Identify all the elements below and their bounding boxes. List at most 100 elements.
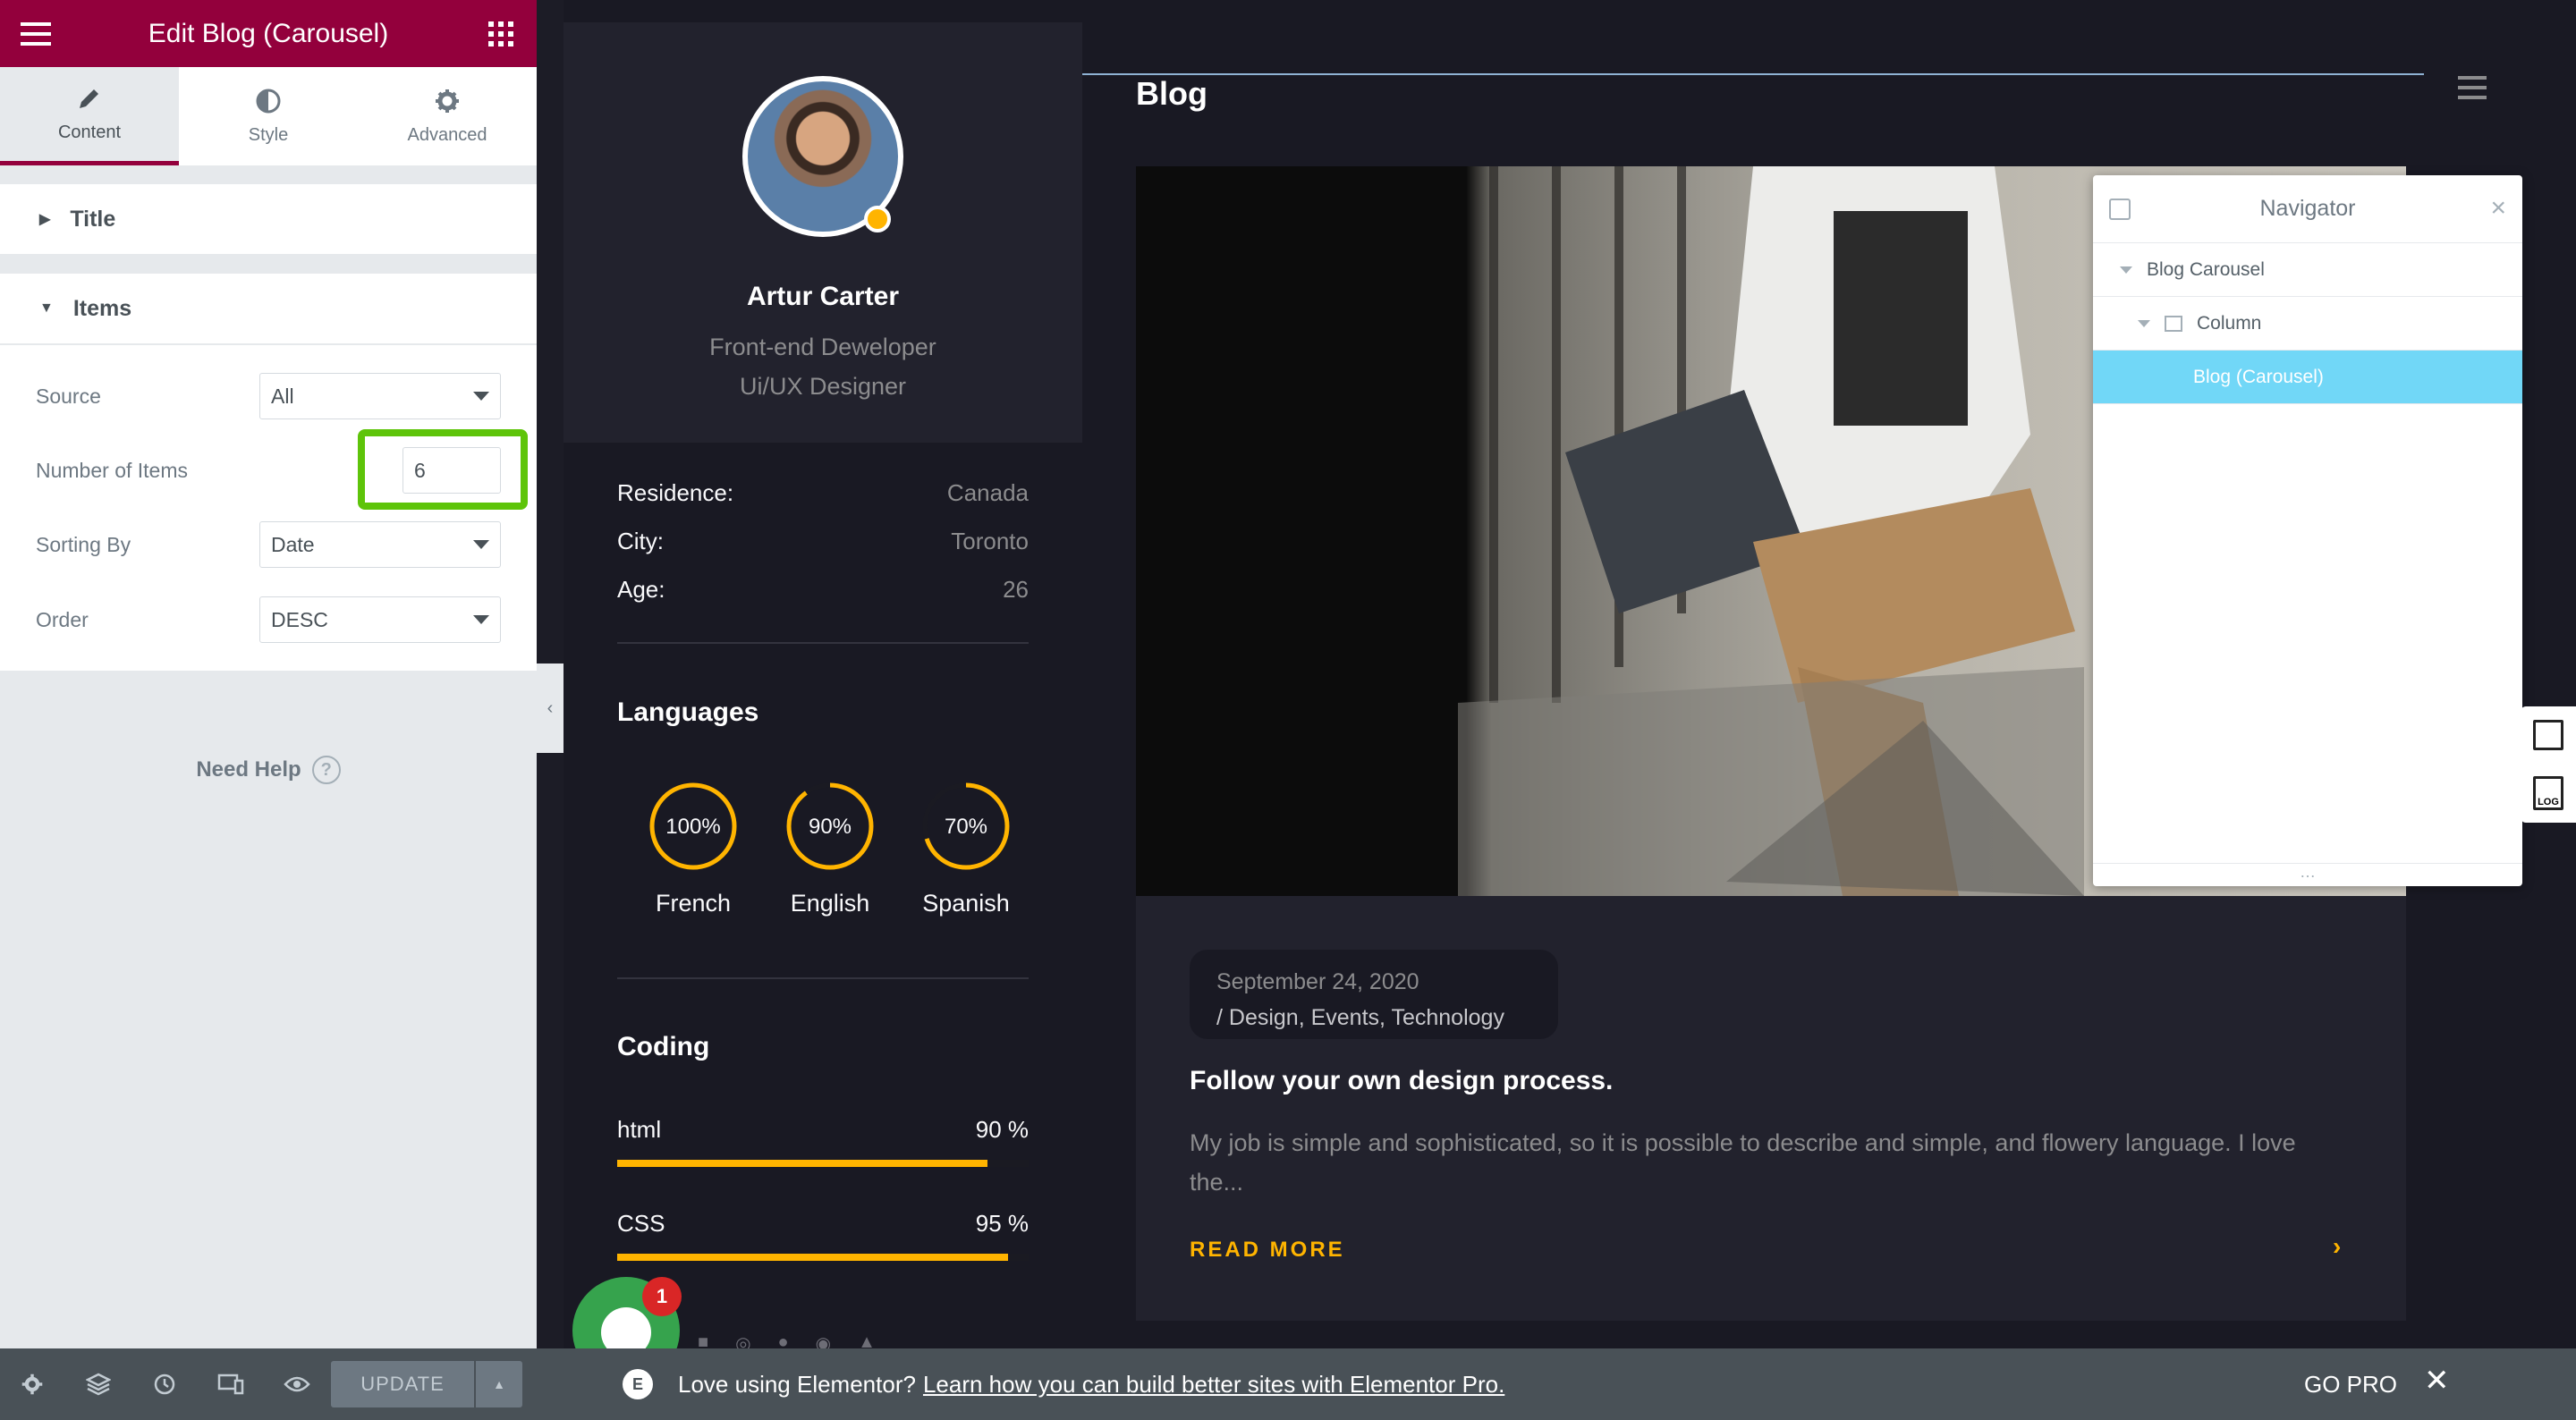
section-title[interactable]: ▶ Title [0,184,537,254]
info-key: Age: [617,576,665,603]
elementor-panel: Edit Blog (Carousel) Content Style Advan… [0,0,537,1420]
section-items[interactable]: ▼ Items [0,274,537,343]
caret-down-icon [2120,266,2132,274]
skill-pct: 90 % [975,1116,1029,1143]
log-icon[interactable]: LOG [2533,775,2563,810]
linkedin-icon[interactable]: ■ [698,1332,708,1348]
github-icon[interactable]: ◉ [816,1332,831,1348]
language-pct: 70% [945,815,987,839]
tab-advanced-label: Advanced [407,124,487,145]
need-help-label: Need Help [196,757,301,782]
gear-icon [436,89,459,113]
info-value: Toronto [951,528,1029,554]
promo-lead: Love using Elementor? [678,1370,916,1398]
blog-post-card: September 24, 2020 / Design, Events, Tec… [1136,896,2406,1321]
language-ring: 100% [649,782,737,870]
source-control: Source All [36,372,501,420]
source-select[interactable]: All [259,373,501,419]
contrast-icon [256,89,281,113]
info-value: Canada [946,479,1029,506]
tab-style-label: Style [248,124,289,145]
menu-icon[interactable] [2458,76,2487,106]
language-item: 100% French [640,780,747,917]
need-help-link[interactable]: Need Help ? [0,756,537,784]
chevron-left-icon: ‹ [547,697,554,718]
read-more-link[interactable]: READ MORE [1190,1238,1345,1263]
number-of-items-input[interactable]: 6 [402,447,501,494]
go-pro-button[interactable]: GO PRO [2304,1371,2397,1399]
chevron-down-icon [473,540,489,549]
language-item: 90% English [776,780,884,917]
skill-name: CSS [617,1210,665,1237]
navigator-item-blog-carousel[interactable]: Blog Carousel [2093,243,2522,297]
navigator-resize-handle[interactable]: … [2093,863,2522,886]
preview-eye-icon[interactable] [281,1368,313,1400]
navigator-item-column[interactable]: Column [2093,297,2522,351]
post-title[interactable]: Follow your own design process. [1190,1066,1613,1096]
panel-header: Edit Blog (Carousel) [0,0,537,67]
order-value: DESC [271,607,328,631]
language-pct: 90% [809,815,852,839]
blog-divider-line [1082,73,2424,75]
sorting-value: Date [271,532,315,556]
caret-right-icon: ▶ [39,212,51,227]
caret-down-icon [2138,319,2150,327]
edit-document-icon[interactable] [2533,719,2563,750]
language-name: English [790,890,870,917]
menu-icon[interactable] [0,0,72,67]
divider [617,977,1029,979]
skill-item: html 90 % [617,1116,1029,1167]
close-icon[interactable]: × [2490,193,2506,224]
settings-icon[interactable] [16,1368,48,1400]
profile-role-2: Ui/UX Designer [739,373,907,400]
info-city: City: Toronto [617,528,1029,555]
responsive-icon[interactable] [215,1368,247,1400]
language-item: 70% Spanish [912,780,1020,917]
tab-style[interactable]: Style [179,67,358,165]
behance-icon[interactable]: ● [778,1332,789,1348]
skill-fill [617,1254,1008,1261]
language-ring: 70% [922,782,1010,870]
profile-role-1: Front-end Deweloper [709,334,936,360]
skill-pct: 95 % [975,1210,1029,1237]
info-age: Age: 26 [617,576,1029,604]
update-options-button[interactable]: ▲ [476,1361,522,1407]
panel-tabs: Content Style Advanced [0,67,537,165]
skill-name: html [617,1116,662,1143]
skill-track [617,1160,1029,1167]
chevron-down-icon [473,615,489,624]
blog-heading: Blog [1136,75,1208,112]
languages-heading: Languages [617,697,759,727]
post-meta: September 24, 2020 / Design, Events, Tec… [1190,950,1558,1039]
promo-bar: E Love using Elementor? Learn how you ca… [537,1348,2576,1420]
twitter-icon[interactable]: ▲ [858,1332,876,1348]
section-items-label: Items [72,295,132,321]
navigator-toggle-icon[interactable] [2109,199,2131,220]
layers-icon[interactable] [82,1368,114,1400]
section-title-label: Title [70,206,116,232]
navigator-item-label: Blog (Carousel) [2193,366,2324,387]
tab-content[interactable]: Content [0,67,179,165]
profile-name: Artur Carter [746,282,900,311]
caret-up-icon: ▲ [493,1377,505,1391]
elementor-logo-icon: E [623,1369,653,1399]
chevron-down-icon [473,392,489,401]
sorting-select[interactable]: Date [259,521,501,568]
chevron-right-icon[interactable]: › [2333,1232,2341,1261]
history-icon[interactable] [148,1368,181,1400]
update-button[interactable]: UPDATE [331,1361,474,1407]
promo-link[interactable]: Learn how you can build better sites wit… [923,1371,1504,1399]
post-categories[interactable]: / Design, Events, Technology [1216,1000,1531,1035]
tab-advanced[interactable]: Advanced [358,67,537,165]
grid-apps-icon[interactable] [465,0,537,67]
collapse-panel-handle[interactable]: ‹ [537,664,564,753]
dribbble-icon[interactable]: ◎ [735,1332,750,1348]
order-select[interactable]: DESC [259,596,501,643]
social-links: ■ ◎ ● ◉ ▲ [698,1332,876,1348]
person-with-laptop-illustration [1458,166,2084,896]
navigator-item-blog-carousel-widget[interactable]: Blog (Carousel) [2093,351,2522,404]
close-icon[interactable]: ✕ [2424,1363,2450,1399]
navigator-title: Navigator [2259,196,2356,221]
order-control: Order DESC [36,596,501,644]
divider [617,642,1029,644]
